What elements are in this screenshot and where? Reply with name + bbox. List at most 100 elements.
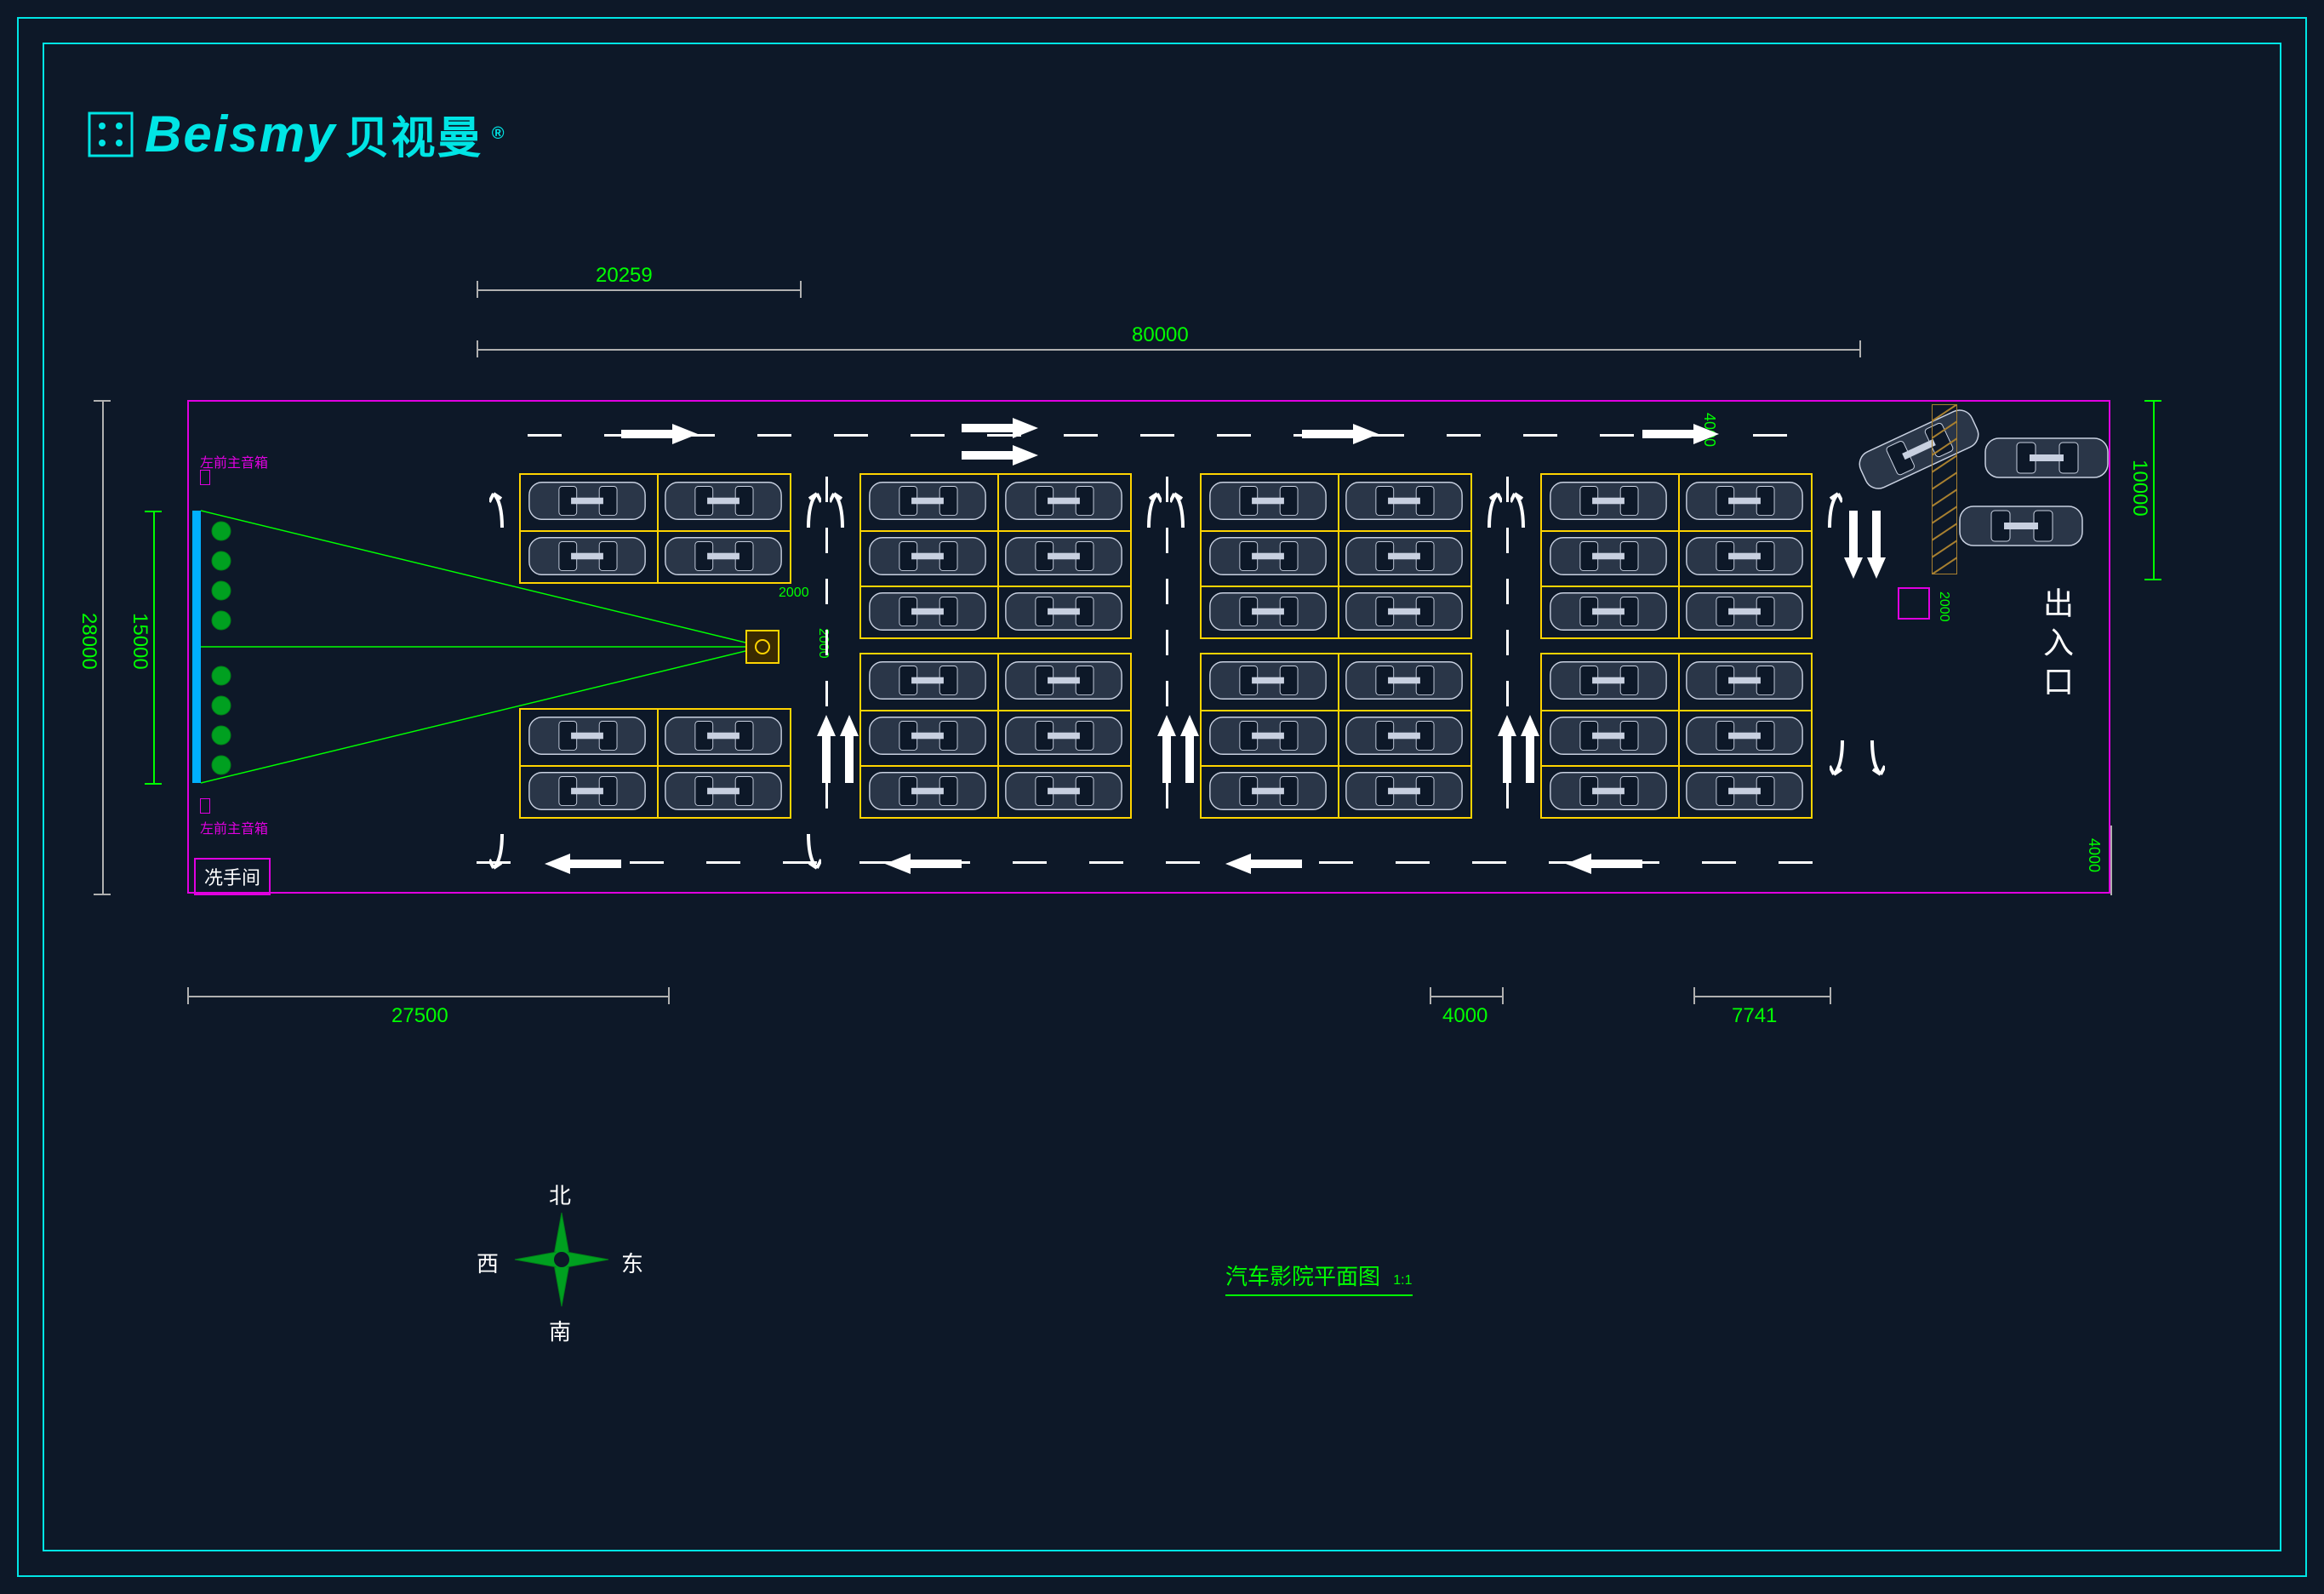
lane-dash <box>1140 434 1174 437</box>
compass-rose-icon <box>511 1208 613 1311</box>
projector-icon <box>747 631 778 662</box>
lane-dash <box>1600 434 1634 437</box>
cinema-screen <box>192 511 201 783</box>
dim-tick <box>477 340 478 357</box>
car-icon <box>1957 502 2085 550</box>
car-icon <box>1682 713 1807 758</box>
car-icon <box>1205 658 1331 703</box>
projector-box <box>745 630 779 664</box>
logo-reg: ® <box>491 124 505 144</box>
gate-barrier <box>1932 404 1957 574</box>
flow-arrow-icon <box>838 715 860 783</box>
drawing-title: 汽车影院平面图 1:1 <box>1225 1260 1413 1296</box>
lane-dash <box>553 861 587 864</box>
flow-arrow-icon <box>962 443 1038 468</box>
dim-bot-gap: 4000 <box>1442 1004 1487 1028</box>
dim-tick <box>1830 987 1831 1004</box>
lane-dash <box>604 434 638 437</box>
dim-tick <box>2144 400 2161 402</box>
lane-dash <box>1506 783 1509 808</box>
lane-dash <box>1523 434 1557 437</box>
lane-dash <box>825 477 828 502</box>
car-icon <box>1545 478 1671 523</box>
turn-arrow-icon <box>1136 485 1162 528</box>
lane-dash <box>1779 861 1813 864</box>
car-icon <box>1341 589 1467 634</box>
lane-dash <box>825 783 828 808</box>
lane-dash <box>825 732 828 757</box>
lane-dash <box>936 861 970 864</box>
dim-bot-right-line <box>1693 996 1830 997</box>
car-icon <box>524 478 650 523</box>
lane-dash <box>1625 861 1659 864</box>
dim-top-partial: 20259 <box>596 264 653 288</box>
car-icon <box>1341 768 1467 814</box>
car-icon <box>524 713 650 758</box>
logo-latin: Beismy <box>145 105 336 163</box>
compass-s: 南 <box>549 1315 571 1346</box>
lane-dash <box>1472 861 1506 864</box>
entrance-label: 出入口 <box>2034 587 2078 705</box>
lane-dash <box>1549 861 1583 864</box>
turn-arrow-icon <box>489 834 515 877</box>
dim-tick <box>2144 579 2161 580</box>
car-icon <box>1001 713 1127 758</box>
dim-top-full: 80000 <box>1132 323 1189 347</box>
flow-arrow-icon <box>545 851 621 877</box>
dim-tick <box>94 894 111 895</box>
lane-dash <box>1166 861 1200 864</box>
dim-bot-left: 27500 <box>391 1004 448 1028</box>
title-scale: 1:1 <box>1393 1273 1412 1288</box>
lane-dash <box>1506 732 1509 757</box>
lane-dash <box>825 579 828 604</box>
logo-cn: 贝视曼 <box>345 102 483 166</box>
lane-dash <box>1506 579 1509 604</box>
lane-dash <box>1166 477 1168 502</box>
car-icon <box>1341 534 1467 579</box>
car-icon <box>660 713 786 758</box>
flow-arrow-icon <box>1566 851 1642 877</box>
car-icon <box>1205 478 1331 523</box>
flow-arrow-icon <box>1179 715 1201 783</box>
lane-dash <box>1702 861 1736 864</box>
turn-arrow-icon <box>1510 485 1536 528</box>
dim-tick <box>800 281 802 298</box>
dim-right-top: 10000 <box>2127 460 2151 517</box>
speaker-label-bl: 左前主音箱 <box>200 817 268 837</box>
dim-lane-bot-line <box>2110 826 2112 895</box>
logo-icon <box>85 109 136 160</box>
lane-dash <box>1319 861 1353 864</box>
lane-dash <box>1166 528 1168 553</box>
turn-arrow-icon <box>796 485 821 528</box>
car-icon <box>524 768 650 814</box>
lane-dash <box>825 528 828 553</box>
lane-dash <box>1217 434 1251 437</box>
lane-dash <box>1013 861 1047 864</box>
car-icon <box>1001 768 1127 814</box>
car-icon <box>1682 534 1807 579</box>
car-icon <box>660 534 786 579</box>
speaker-icon <box>200 470 210 485</box>
car-icon <box>1545 658 1671 703</box>
compass-w: 西 <box>477 1247 499 1278</box>
lane-dash <box>859 861 894 864</box>
lane-dash <box>1166 783 1168 808</box>
car-icon <box>1545 534 1671 579</box>
compass-e: 东 <box>621 1247 643 1278</box>
dim-tick <box>1693 987 1695 1004</box>
turn-arrow-icon <box>1170 485 1196 528</box>
entrance-booth <box>1898 587 1930 620</box>
dim-tick <box>187 987 189 1004</box>
lane-dash <box>1166 732 1168 757</box>
turn-arrow-icon <box>796 834 821 877</box>
flow-arrow-icon <box>962 415 1038 441</box>
car-icon <box>660 768 786 814</box>
turn-arrow-icon <box>830 485 855 528</box>
lane-dash <box>1293 434 1328 437</box>
car-icon <box>660 478 786 523</box>
dim-screen-line <box>153 511 155 783</box>
turn-arrow-icon <box>489 485 515 528</box>
car-icon <box>1682 478 1807 523</box>
flow-arrow-icon <box>1225 851 1302 877</box>
dim-bot-right: 7741 <box>1732 1004 1777 1028</box>
